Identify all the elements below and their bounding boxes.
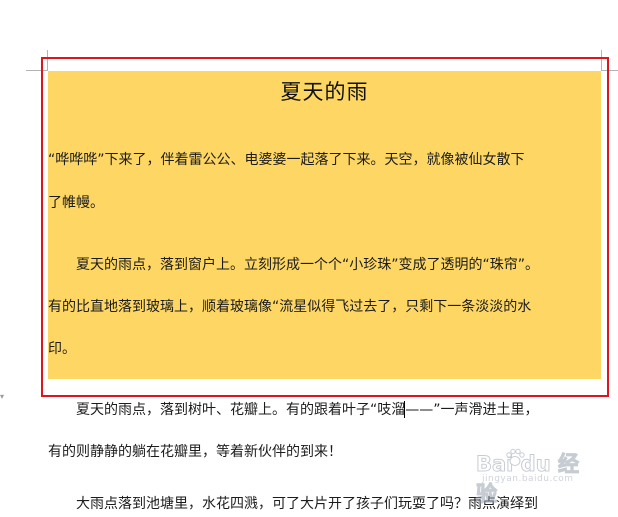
paragraph-2-line-1: 夏天的雨点，落到窗户上。立刻形成一个个“小珍珠”变成了透明的“珠帘”。 [48,257,540,273]
paragraph-2-line-3: 印。 [48,341,76,357]
crop-mark-top-left-h [26,70,48,71]
document-page: { "document": { "title": "夏天的雨", "paragr… [0,0,618,512]
text-cursor [404,401,405,418]
shaded-text-region [48,71,601,379]
paragraph-2-line-2: 有的比直地落到玻璃上，顺着玻璃像“流星似得飞过去了，只剩下一条淡淡的水 [48,299,532,315]
crop-mark-top-right-v [601,50,602,71]
crop-mark-top-right-h [601,70,618,71]
paragraph-3-line-1: 夏天的雨点，落到树叶、花瓣上。有的跟着叶子“吱溜——”一声滑进土里， [48,402,539,418]
document-title: 夏天的雨 [280,80,369,104]
paw-icon [506,448,525,466]
paragraph-1-line-2: 了帷幔。 [48,195,104,211]
baidu-jingyan-watermark: Bai du 经验 jingyan.baidu.com [476,444,594,507]
margin-marker-icon: ▾ [0,392,5,401]
crop-mark-top-left-v [47,50,48,71]
paragraph-1-line-1: “哗哗哗”下来了，伴着雷公公、电婆婆一起落了下来。天空，就像被仙女散下 [48,152,525,168]
watermark-subtitle: jingyan.baidu.com [482,474,574,484]
